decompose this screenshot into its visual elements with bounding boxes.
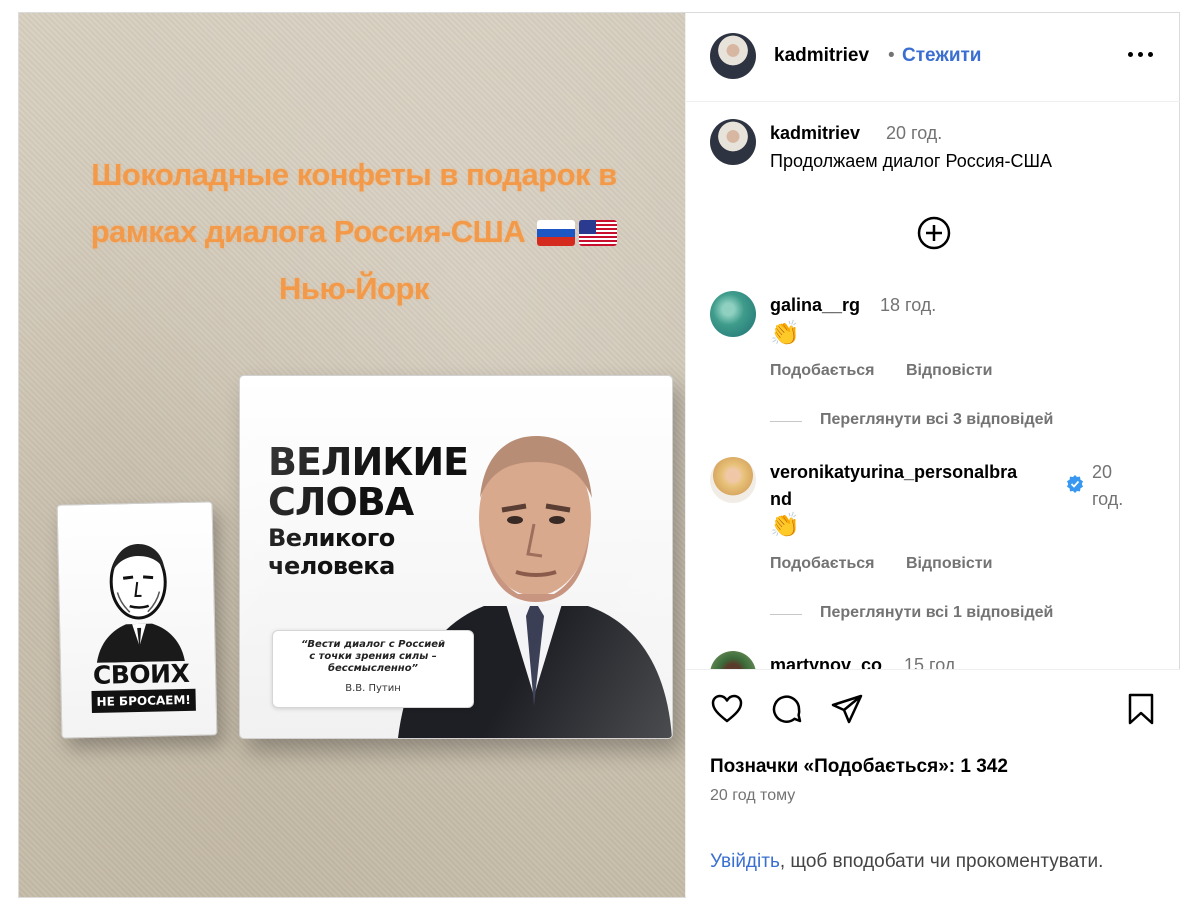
separator-dot: • <box>888 45 895 66</box>
comment-avatar-galina[interactable] <box>710 291 756 337</box>
like-comment-button[interactable]: Подобається <box>770 362 875 380</box>
comment-username[interactable]: galina__rg <box>770 295 860 316</box>
quote-card: “Вести диалог с Россией с точки зрения с… <box>272 630 474 708</box>
portrait-sketch-icon <box>96 543 185 663</box>
comment-icon[interactable] <box>770 692 804 726</box>
quote-line-3: бессмысленно” <box>328 663 418 674</box>
post-frame: Шоколадные конфеты в подарок в рамках ди… <box>18 12 1180 898</box>
author-username[interactable]: kadmitriev <box>774 45 869 67</box>
overlay-line-2-text: рамках диалога Россия-США <box>90 214 526 249</box>
post-photo[interactable]: Шоколадные конфеты в подарок в рамках ди… <box>19 13 685 897</box>
view-replies-button[interactable]: Переглянути всі 3 відповідей <box>820 411 1053 429</box>
overlay-line-1: Шоколадные конфеты в подарок в <box>91 157 617 192</box>
big-box-title-line-1: ВЕЛИКИЕ <box>268 440 469 484</box>
big-box-subtitle: Великого человека <box>268 524 395 580</box>
replies-divider <box>770 614 802 615</box>
verified-badge-icon <box>1067 475 1083 493</box>
comment-time-wrap[interactable]: год. <box>1092 489 1123 510</box>
usa-flag-icon <box>579 220 618 246</box>
view-replies-button[interactable]: Переглянути всі 1 відповідей <box>820 604 1053 622</box>
comment-time[interactable]: 15 год. <box>904 655 960 669</box>
login-prompt-text: , щоб вподобати чи прокоментувати. <box>779 851 1104 872</box>
quote-text: “Вести диалог с Россией с точки зрения с… <box>281 639 465 675</box>
overlay-line-2: рамках диалога Россия-США <box>59 203 649 260</box>
reply-button[interactable]: Відповісти <box>906 362 992 380</box>
comment-username[interactable]: veronikatyurina_personalbra <box>770 462 1017 483</box>
large-candy-box: ВЕЛИКИЕ СЛОВА Великого человека “Вести д… <box>239 375 673 739</box>
big-box-subtitle-line-1: Великого <box>268 524 395 552</box>
post-time-ago[interactable]: 20 год тому <box>710 787 795 805</box>
comment-time[interactable]: 18 год. <box>880 295 936 316</box>
quote-line-1: “Вести диалог с Россией <box>300 639 446 650</box>
bookmark-icon[interactable] <box>1124 692 1158 726</box>
author-avatar[interactable] <box>710 33 756 79</box>
post-actions: Позначки «Подобається»: 1 342 20 год том… <box>686 669 1180 898</box>
share-icon[interactable] <box>830 692 864 726</box>
big-box-subtitle-line-2: человека <box>268 552 395 580</box>
caption-username[interactable]: kadmitriev <box>770 123 860 144</box>
comment-avatar-martynov[interactable] <box>710 651 756 669</box>
comment-username-wrap[interactable]: nd <box>770 489 792 510</box>
comment-avatar-veronika[interactable] <box>710 457 756 503</box>
comment-text: 👏 <box>770 320 800 347</box>
likes-count[interactable]: Позначки «Подобається»: 1 342 <box>710 756 1008 778</box>
caption-avatar[interactable] <box>710 119 756 165</box>
small-candy-box: СВОИХ НЕ БРОСАЕМ! <box>56 501 218 739</box>
small-box-title: СВОИХ <box>92 658 190 690</box>
replies-divider <box>770 421 802 422</box>
login-link[interactable]: Увійдіть <box>710 851 780 872</box>
photo-overlay-text: Шоколадные конфеты в подарок в рамках ди… <box>59 146 649 317</box>
big-box-title-line-2: СЛОВА <box>268 480 414 524</box>
comment-username[interactable]: martynov_co <box>770 655 882 669</box>
heart-icon[interactable] <box>710 692 744 726</box>
like-comment-button[interactable]: Подобається <box>770 555 875 573</box>
comments-scroll-clip: martynov_co 15 год. <box>686 643 1180 669</box>
overlay-line-3: Нью-Йорк <box>279 271 429 306</box>
quote-line-2: с точки зрения силы – <box>309 651 437 662</box>
comment-text: 👏 <box>770 512 800 539</box>
reply-button[interactable]: Відповісти <box>906 555 992 573</box>
caption-text: Продолжаем диалог Россия-США <box>770 151 1052 171</box>
small-box-subtitle: НЕ БРОСАЕМ! <box>91 688 196 713</box>
plus-circle-icon[interactable] <box>916 215 952 251</box>
post-header: kadmitriev • Стежити <box>686 13 1180 102</box>
more-horizontal-icon[interactable] <box>1126 39 1156 69</box>
follow-button[interactable]: Стежити <box>902 45 981 67</box>
big-box-title: ВЕЛИКИЕ СЛОВА <box>268 440 469 524</box>
quote-author: В.В. Путин <box>345 683 401 694</box>
login-prompt: Увійдіть, щоб вподобати чи прокоментуват… <box>710 848 1150 875</box>
post-side-panel: kadmitriev • Стежити kadmitriev 20 год. … <box>685 13 1180 898</box>
caption-time[interactable]: 20 год. <box>886 123 942 144</box>
russia-flag-icon <box>537 220 576 246</box>
comment-time[interactable]: 20 <box>1092 462 1112 483</box>
